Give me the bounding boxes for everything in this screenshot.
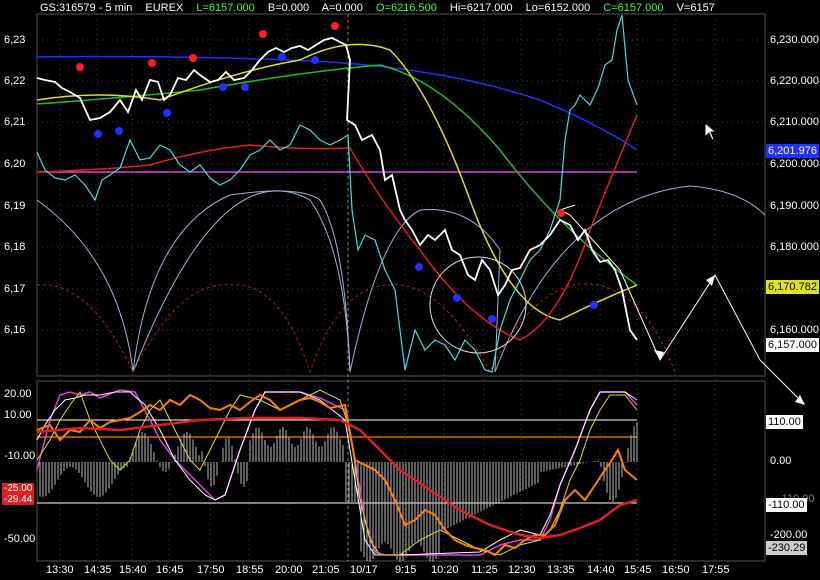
green-moving-average: [36, 64, 638, 286]
bid-label: B=0.000: [267, 2, 310, 14]
time-tick: 16:50: [662, 564, 690, 576]
right-price-tick: 6,160.000: [770, 324, 819, 336]
osc-white-line: [36, 391, 638, 556]
right-price-tick: 6,200.000: [770, 158, 819, 170]
exchange-label: EUREX: [145, 2, 184, 14]
price-line: [36, 37, 638, 341]
time-tick: 13:35: [547, 564, 575, 576]
ask-label: A=0.000: [321, 2, 363, 14]
osc-histogram: [39, 422, 638, 562]
time-tick: 18:55: [236, 564, 264, 576]
chart-header: GS:316579 - 5 min EUREX L=6157.000 B=0.0…: [40, 2, 725, 14]
time-tick: 20:00: [275, 564, 303, 576]
osc-magenta-line: [36, 389, 638, 556]
chart-canvas: [36, 13, 805, 562]
cyan-line: [36, 14, 638, 373]
left-price-tick: 6,23: [4, 34, 26, 46]
osc-red-value-box-1: -25.00: [2, 483, 35, 494]
high-label: Hi=6217.000: [449, 2, 513, 14]
yellow-moving-average: [36, 43, 638, 321]
osc-last-value-box: -230.29: [766, 541, 808, 555]
osc-right-tick: -200.00: [770, 529, 808, 541]
close-label: C=6157.000: [603, 2, 664, 14]
time-tick: 13:30: [46, 564, 74, 576]
osc-upper-value-box: 110.00: [766, 415, 803, 429]
right-price-tick: 6,210.000: [770, 116, 819, 128]
time-tick: 17:55: [702, 564, 730, 576]
time-tick: 14:35: [84, 564, 112, 576]
right-price-tick: 6,220.000: [770, 75, 819, 87]
osc-red-value-box-2: -29.44: [2, 494, 35, 505]
blue-moving-average: [36, 55, 638, 151]
time-tick: 16:45: [156, 564, 184, 576]
osc-left-tick: 10.00: [4, 409, 32, 421]
time-tick: 11:25: [471, 564, 498, 576]
volume-label: V=6157: [676, 2, 715, 14]
time-tick: 12:30: [508, 564, 536, 576]
time-tick: 21:05: [312, 564, 340, 576]
red-dashed-cycle: [36, 283, 676, 374]
blue-ma-value-box: 6,201.976: [766, 144, 819, 158]
horizontal-gridlines: [37, 39, 765, 331]
time-tick: 14:40: [587, 564, 615, 576]
time-tick: 10/17: [350, 564, 378, 576]
mouse-pointer-icon: [704, 122, 718, 141]
time-tick: 9:15: [395, 564, 417, 576]
osc-left-tick: 20.00: [4, 388, 32, 400]
right-price-tick: 6,180.000: [770, 241, 819, 253]
left-price-tick: 6,19: [4, 200, 26, 212]
osc-lower-value-box: -110.00: [766, 498, 807, 512]
right-price-tick: 6,190.000: [770, 200, 819, 212]
time-tick: 15:40: [119, 564, 147, 576]
open-label: O=6216.500: [375, 2, 437, 14]
left-price-tick: 6,21: [4, 116, 26, 128]
last-price-value-box: 6,157.000: [766, 338, 819, 352]
left-price-tick: 6,22: [4, 75, 26, 87]
symbol-label: GS:316579 - 5 min: [40, 2, 133, 14]
arrow-head-2: [706, 275, 715, 286]
time-tick: 10:20: [431, 564, 459, 576]
left-price-tick: 6,18: [4, 241, 26, 253]
osc-left-tick: -50.00: [4, 533, 36, 545]
osc-right-tick: 0.00: [770, 455, 792, 467]
left-price-tick: 6,17: [4, 283, 26, 295]
time-tick: 15:45: [624, 564, 652, 576]
time-tick: 17:50: [197, 564, 225, 576]
left-price-tick: 6,20: [4, 158, 26, 170]
yellow-level-value-box: 6,170.782: [766, 280, 819, 294]
osc-left-tick: -10.00: [4, 450, 36, 462]
last-label: L=6157.000: [196, 2, 255, 14]
cycle-arc-line-2: [132, 190, 351, 373]
low-label: Lo=6152.000: [525, 2, 591, 14]
osc-yellow-line: [36, 389, 638, 556]
left-price-tick: 6,16: [4, 324, 26, 336]
right-price-tick: 6,230.000: [770, 34, 819, 46]
